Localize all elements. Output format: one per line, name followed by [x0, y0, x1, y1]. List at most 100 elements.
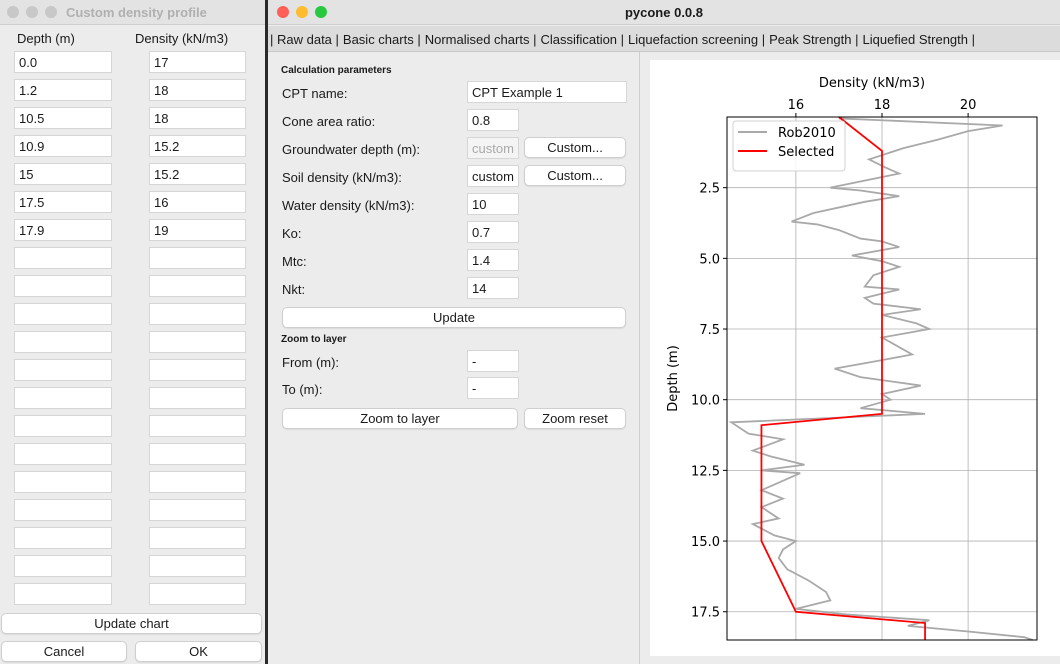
legend-label: Selected	[778, 145, 834, 160]
to-input[interactable]: -	[467, 377, 519, 399]
x-tick-label: 18	[874, 98, 891, 113]
depth-header: Depth (m)	[17, 31, 75, 46]
density-input[interactable]: 15.2	[149, 163, 246, 185]
field-input[interactable]: CPT Example 1	[467, 81, 627, 103]
density-input[interactable]: 18	[149, 79, 246, 101]
to-label: To (m):	[282, 382, 323, 397]
field-input[interactable]: 1.4	[467, 249, 519, 271]
custom-button[interactable]: Custom...	[524, 137, 626, 158]
tab-5[interactable]: Peak Strength |	[769, 32, 858, 47]
update-chart-button[interactable]: Update chart	[1, 613, 262, 634]
field-label: Groundwater depth (m):	[282, 142, 421, 157]
field-input[interactable]: 0.7	[467, 221, 519, 243]
depth-input[interactable]: 10.5	[14, 107, 112, 129]
field-label: Ko:	[282, 226, 302, 241]
depth-input[interactable]: 17.9	[14, 219, 112, 241]
density-input[interactable]	[149, 499, 246, 521]
tab-2[interactable]: Normalised charts |	[425, 32, 537, 47]
y-tick-label: 15.0	[691, 535, 720, 550]
field-input[interactable]: 0.8	[467, 109, 519, 131]
depth-input[interactable]	[14, 275, 112, 297]
density-input[interactable]: 15.2	[149, 135, 246, 157]
density-input[interactable]	[149, 247, 246, 269]
depth-input[interactable]	[14, 443, 112, 465]
ok-button[interactable]: OK	[135, 641, 262, 662]
density-input[interactable]	[149, 471, 246, 493]
series-selected-line	[760, 116, 926, 640]
maximize-icon[interactable]	[45, 6, 57, 18]
depth-input[interactable]	[14, 527, 112, 549]
depth-input[interactable]	[14, 303, 112, 325]
density-input[interactable]	[149, 303, 246, 325]
tab-bar: | Raw data | Basic charts | Normalised cha…	[268, 26, 1060, 52]
field-input[interactable]: 14	[467, 277, 519, 299]
window-title: Custom density profile	[66, 5, 207, 20]
field-label: Nkt:	[282, 282, 306, 297]
close-icon[interactable]	[7, 6, 19, 18]
depth-input[interactable]: 0.0	[14, 51, 112, 73]
y-tick-label: 7.5	[699, 323, 720, 338]
field-input[interactable]: 10	[467, 193, 519, 215]
depth-input[interactable]	[14, 387, 112, 409]
y-tick-label: 2.5	[699, 182, 720, 197]
zoom-to-layer-button[interactable]: Zoom to layer	[282, 408, 518, 429]
depth-input[interactable]: 17.5	[14, 191, 112, 213]
density-input[interactable]	[149, 443, 246, 465]
depth-input[interactable]	[14, 331, 112, 353]
minimize-icon[interactable]	[26, 6, 38, 18]
custom-density-window: Custom density profile Depth (m) Density…	[0, 0, 265, 664]
depth-input[interactable]	[14, 415, 112, 437]
title-bar[interactable]: Custom density profile	[0, 0, 265, 25]
density-input[interactable]	[149, 331, 246, 353]
tab-3[interactable]: Classification |	[540, 32, 624, 47]
from-input[interactable]: -	[467, 350, 519, 372]
depth-input[interactable]	[14, 359, 112, 381]
y-tick-label: 17.5	[691, 606, 720, 621]
depth-input[interactable]: 1.2	[14, 79, 112, 101]
density-input[interactable]	[149, 275, 246, 297]
from-label: From (m):	[282, 355, 340, 370]
window-title: pycone 0.0.8	[624, 5, 704, 20]
density-input[interactable]	[149, 359, 246, 381]
x-tick-label: 20	[960, 98, 977, 113]
depth-input[interactable]	[14, 583, 112, 605]
tab-1[interactable]: Basic charts |	[343, 32, 421, 47]
density-input[interactable]: 18	[149, 107, 246, 129]
field-label: Water density (kN/m3):	[282, 198, 415, 213]
legend-label: Rob2010	[778, 126, 836, 141]
depth-input[interactable]: 15	[14, 163, 112, 185]
field-label: CPT name:	[282, 86, 348, 101]
tab-4[interactable]: Liquefaction screening |	[628, 32, 765, 47]
density-input[interactable]	[149, 583, 246, 605]
cancel-button[interactable]: Cancel	[1, 641, 127, 662]
density-input[interactable]	[149, 387, 246, 409]
depth-input[interactable]	[14, 555, 112, 577]
depth-input[interactable]	[14, 247, 112, 269]
density-input[interactable]: 19	[149, 219, 246, 241]
depth-input[interactable]	[14, 499, 112, 521]
density-chart: 16 18 20 2.5 5.0 7.5 10.0 12.5 15.0 17.5 Density (…	[666, 76, 1038, 641]
depth-input[interactable]: 10.9	[14, 135, 112, 157]
y-axis-label: Depth (m)	[666, 345, 681, 412]
title-bar[interactable]: pycone 0.0.8	[268, 0, 1060, 25]
update-button[interactable]: Update	[282, 307, 626, 328]
depth-input[interactable]	[14, 471, 112, 493]
tab-0[interactable]: | Raw data |	[270, 32, 339, 47]
y-tick-label: 12.5	[691, 464, 720, 479]
field-input[interactable]: custom	[467, 165, 519, 187]
field-label: Cone area ratio:	[282, 114, 376, 129]
tab-6[interactable]: Liquefied Strength |	[862, 32, 975, 47]
density-input[interactable]	[149, 415, 246, 437]
density-input[interactable]: 16	[149, 191, 246, 213]
field-input[interactable]: custom	[467, 137, 519, 159]
density-header: Density (kN/m3)	[135, 31, 229, 46]
panel-divider[interactable]	[639, 52, 640, 664]
density-input[interactable]	[149, 555, 246, 577]
density-input[interactable]: 17	[149, 51, 246, 73]
custom-button[interactable]: Custom...	[524, 165, 626, 186]
y-tick-label: 5.0	[699, 252, 720, 267]
x-tick-label: 16	[788, 98, 805, 113]
zoom-heading: Zoom to layer	[281, 334, 347, 345]
zoom-reset-button[interactable]: Zoom reset	[524, 408, 626, 429]
density-input[interactable]	[149, 527, 246, 549]
